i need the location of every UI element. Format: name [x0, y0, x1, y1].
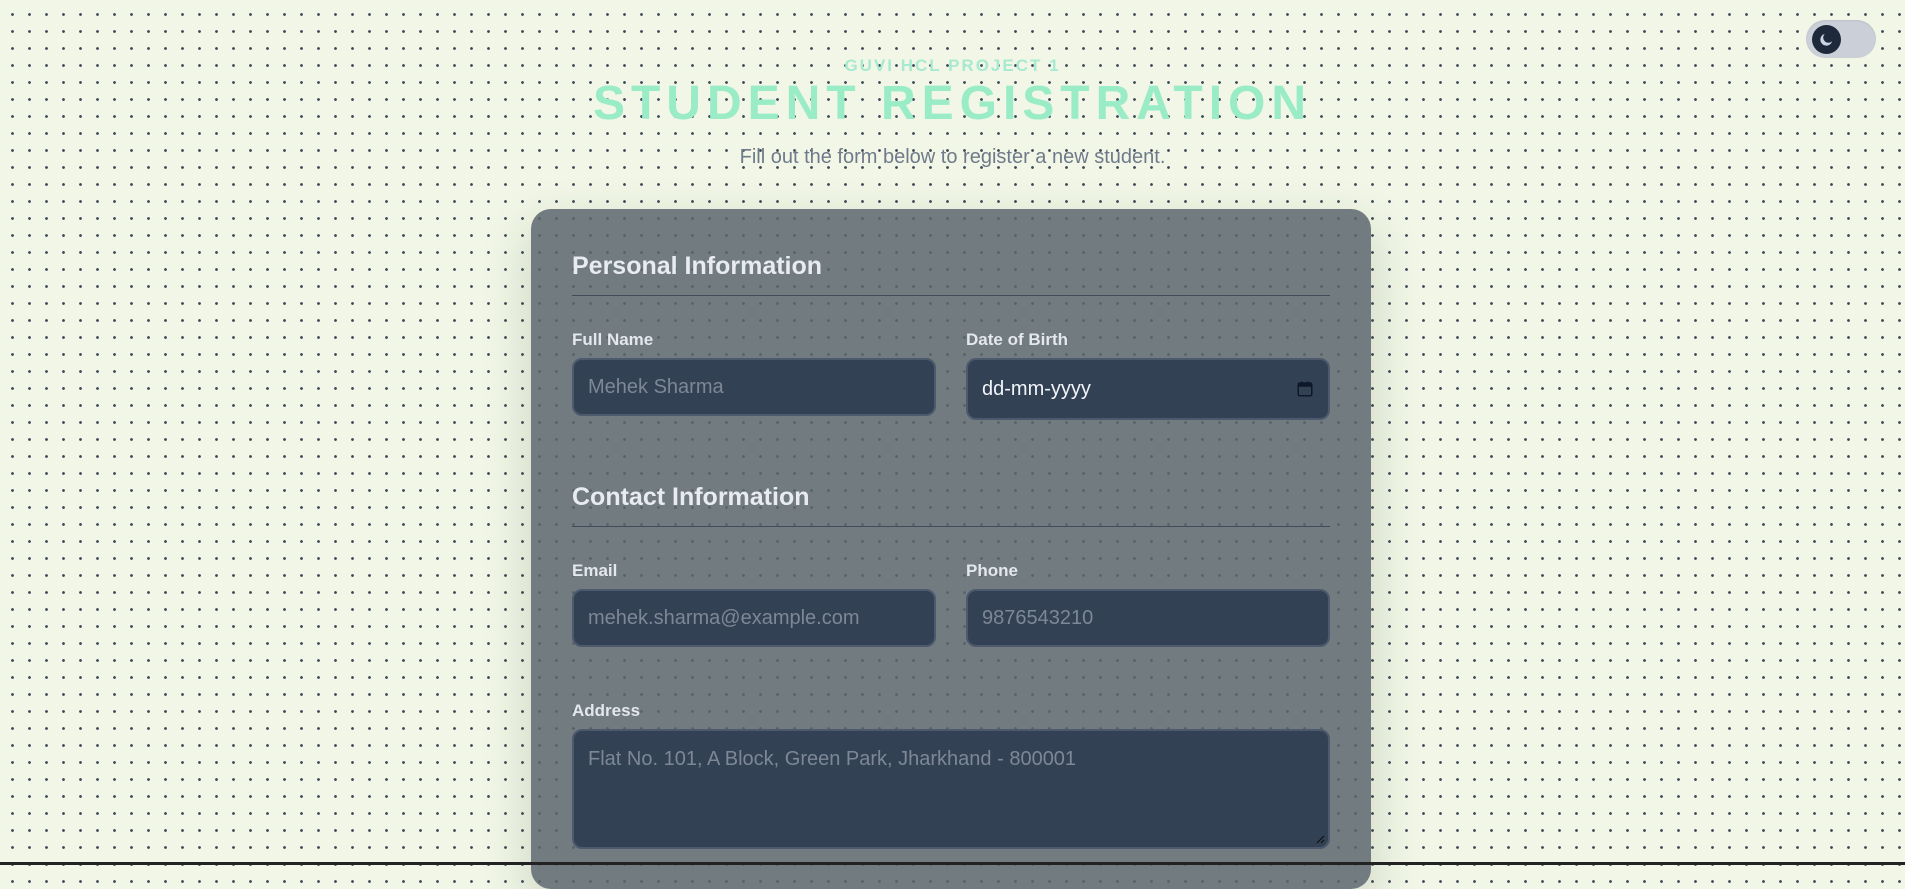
dob-label: Date of Birth — [966, 330, 1068, 349]
phone-label: Phone — [966, 561, 1018, 580]
address-placeholder: Flat No. 101, A Block, Green Park, Jhark… — [588, 748, 1077, 770]
theme-toggle[interactable] — [1806, 20, 1876, 58]
page-header: GUVI HCL PROJECT 1 STUDENT REGISTRATION … — [0, 55, 1905, 169]
email-label: Email — [572, 561, 618, 580]
project-eyebrow: GUVI HCL PROJECT 1 — [844, 56, 1061, 75]
moon-icon — [1820, 33, 1833, 46]
full-name-label: Full Name — [572, 330, 654, 349]
contact-row: Email mehek.sharma@example.com Phone 987… — [572, 561, 1330, 647]
address-textarea[interactable]: Flat No. 101, A Block, Green Park, Jhark… — [572, 729, 1330, 849]
contact-info-heading: Contact Information — [572, 483, 810, 511]
page-title: STUDENT REGISTRATION — [592, 77, 1313, 130]
full-name-field-group: Full Name Mehek Sharma — [572, 330, 936, 420]
address-label: Address — [572, 701, 641, 720]
address-field-group: Address Flat No. 101, A Block, Green Par… — [572, 701, 1330, 849]
email-field-group: Email mehek.sharma@example.com — [572, 561, 936, 647]
phone-field-group: Phone 9876543210 — [966, 561, 1330, 647]
registration-form: Personal Information Full Name Mehek Sha… — [531, 209, 1371, 889]
section-divider — [572, 526, 1330, 527]
section-divider — [572, 295, 1330, 296]
dob-input[interactable]: dd-mm-yyyy — [966, 358, 1330, 420]
email-input[interactable]: mehek.sharma@example.com — [572, 589, 936, 647]
dob-value: dd-mm-yyyy — [982, 377, 1091, 400]
calendar-icon[interactable] — [1296, 380, 1314, 398]
personal-info-heading: Personal Information — [572, 252, 823, 280]
personal-row: Full Name Mehek Sharma Date of Birth dd-… — [572, 330, 1330, 420]
phone-input[interactable]: 9876543210 — [966, 589, 1330, 647]
toggle-knob — [1812, 25, 1841, 54]
dob-field-group: Date of Birth dd-mm-yyyy — [966, 330, 1330, 420]
page-subtitle: Fill out the form below to register a ne… — [739, 146, 1166, 168]
resize-handle-icon[interactable] — [1315, 834, 1325, 844]
full-name-input[interactable]: Mehek Sharma — [572, 358, 936, 416]
